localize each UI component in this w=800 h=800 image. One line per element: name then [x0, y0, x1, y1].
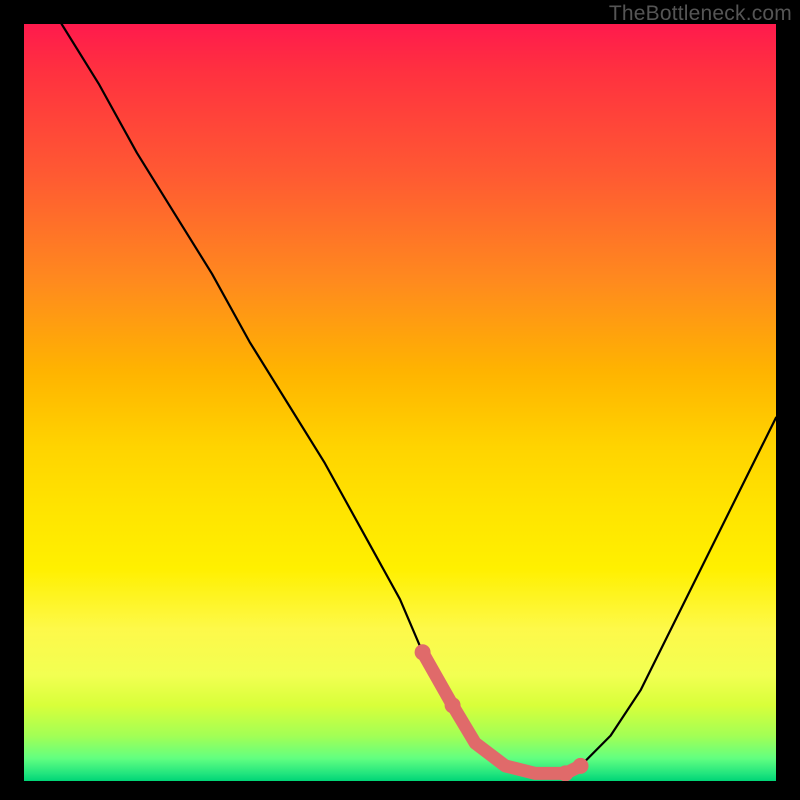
accent-layer [24, 24, 776, 781]
accent-dot [445, 697, 461, 713]
bottleneck-chart: TheBottleneck.com [0, 0, 800, 800]
accent-dot [557, 765, 573, 781]
plot-area [24, 24, 776, 781]
watermark-text: TheBottleneck.com [609, 2, 792, 26]
optimal-range-accent [423, 652, 581, 773]
accent-dot [573, 758, 589, 774]
accent-dot [415, 644, 431, 660]
